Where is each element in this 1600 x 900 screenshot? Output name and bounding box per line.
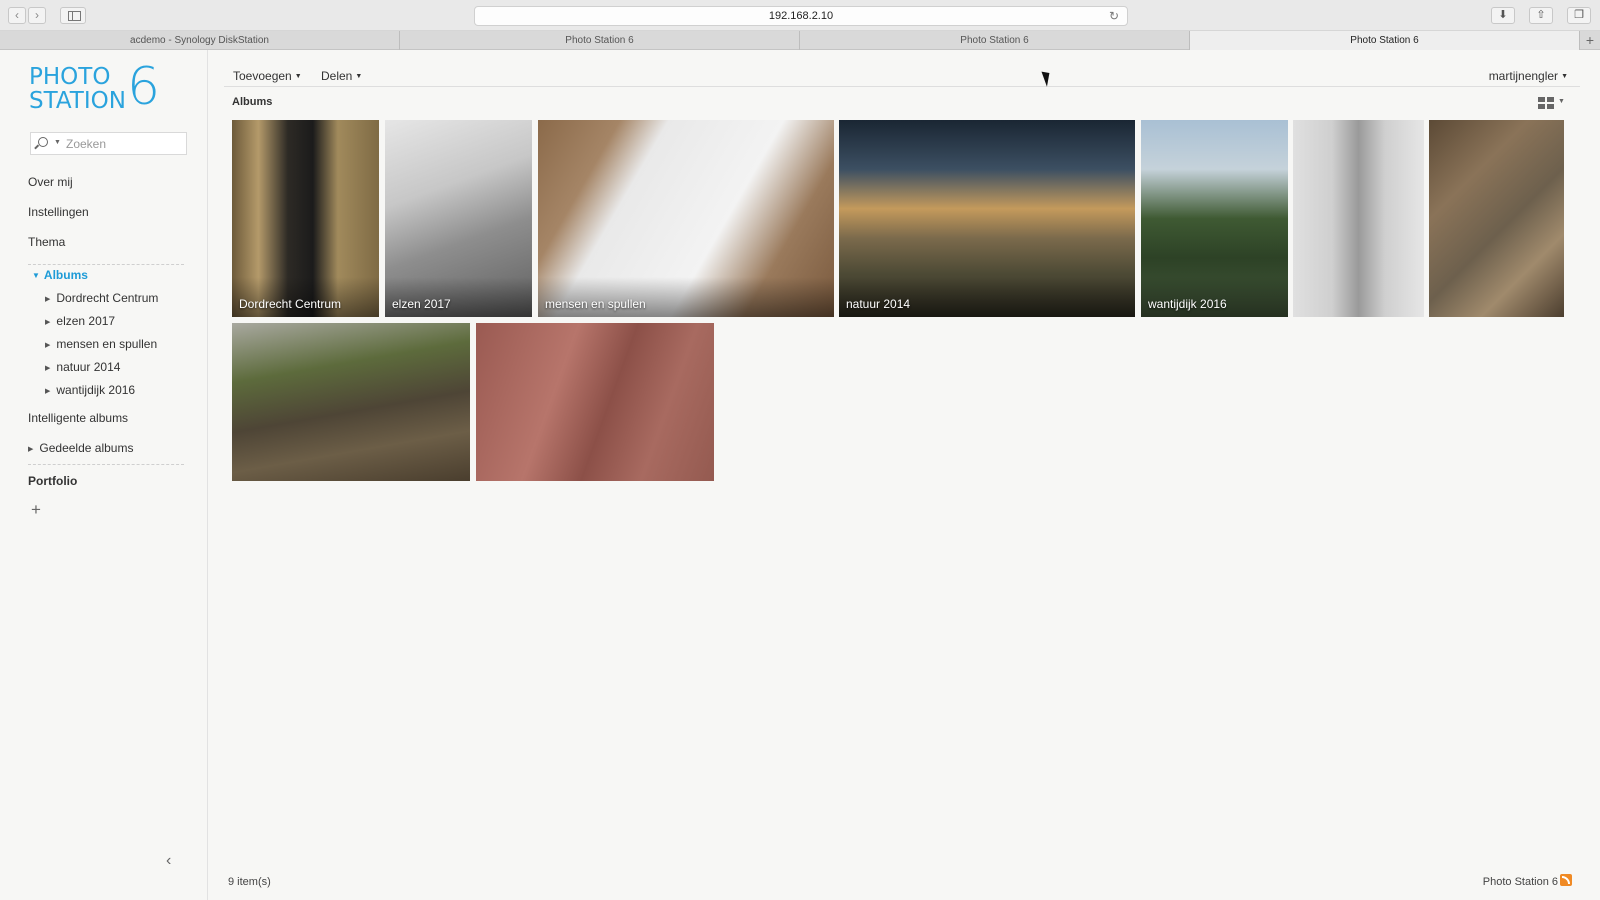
- address-text: 192.168.2.10: [768, 10, 834, 22]
- sidebar-item-smart-albums[interactable]: Intelligente albums: [28, 411, 128, 425]
- album-caption: natuur 2014: [846, 297, 911, 311]
- add-icon[interactable]: +: [31, 500, 41, 520]
- caret-right-icon: ▶: [45, 365, 51, 372]
- album-tile[interactable]: elzen 2017: [385, 120, 532, 317]
- caret-down-icon: ▼: [32, 271, 40, 280]
- album-caption: Dordrecht Centrum: [239, 297, 342, 311]
- photo-station-logo[interactable]: PHOTO STATION 6: [29, 57, 169, 117]
- back-icon[interactable]: ‹: [8, 7, 26, 24]
- album-tree-item[interactable]: ▶ wantijdijk 2016: [45, 383, 135, 397]
- album-tree-item[interactable]: ▶ mensen en spullen: [45, 337, 157, 351]
- grid-view-icon[interactable]: ▼: [1538, 97, 1565, 109]
- caret-right-icon: ▶: [45, 319, 51, 326]
- browser-tab[interactable]: acdemo - Synology DiskStation: [0, 31, 400, 50]
- caret-right-icon: ▶: [45, 342, 51, 349]
- album-caption: mensen en spullen: [545, 297, 646, 311]
- new-tab-icon[interactable]: +: [1580, 31, 1600, 50]
- album-tile[interactable]: natuur 2014: [839, 120, 1135, 317]
- album-caption: elzen 2017: [392, 297, 451, 311]
- collapse-sidebar-icon[interactable]: ‹: [166, 852, 171, 870]
- share-icon[interactable]: ⇧: [1529, 7, 1553, 24]
- album-tree-item[interactable]: ▶ Dordrecht Centrum: [45, 291, 158, 305]
- sidebar-item-portfolio[interactable]: Portfolio: [28, 474, 77, 488]
- browser-tab-active[interactable]: Photo Station 6: [1190, 31, 1580, 50]
- reload-icon[interactable]: ↻: [1109, 7, 1119, 25]
- tab-bar: acdemo - Synology DiskStation Photo Stat…: [0, 31, 1600, 50]
- forward-icon[interactable]: ›: [28, 7, 46, 24]
- caret-right-icon: ▶: [45, 296, 51, 303]
- sidebar-item-over-mij[interactable]: Over mij: [28, 175, 73, 189]
- chevron-down-icon[interactable]: ▼: [54, 139, 61, 146]
- sidebar-item-instellingen[interactable]: Instellingen: [28, 205, 89, 219]
- rss-icon[interactable]: [1560, 874, 1572, 886]
- album-tile[interactable]: [1293, 120, 1424, 317]
- toolbar-divider: [224, 86, 1580, 87]
- album-tile[interactable]: [232, 323, 470, 481]
- tabs-overview-icon[interactable]: ❐: [1567, 7, 1591, 24]
- browser-tab[interactable]: Photo Station 6: [400, 31, 800, 50]
- browser-toolbar: ‹ › 192.168.2.10 ↻ ⬇ ⇧ ❐: [0, 0, 1600, 31]
- caret-right-icon: ▶: [28, 446, 34, 453]
- album-tile[interactable]: [1429, 120, 1564, 317]
- album-tree-item[interactable]: ▶ natuur 2014: [45, 360, 120, 374]
- item-count: 9 item(s): [228, 876, 271, 888]
- album-tile[interactable]: wantijdijk 2016: [1141, 120, 1288, 317]
- caret-down-icon: ▼: [355, 73, 363, 80]
- mouse-cursor-icon: [1041, 69, 1054, 87]
- album-tile[interactable]: Dordrecht Centrum: [232, 120, 379, 317]
- downloads-icon[interactable]: ⬇: [1491, 7, 1515, 24]
- sidebar-item-shared-albums[interactable]: ▶ Gedeelde albums: [28, 441, 133, 455]
- footer-brand: Photo Station 6: [1482, 876, 1558, 888]
- caret-right-icon: ▶: [45, 388, 51, 395]
- search-input[interactable]: ▼ Zoeken: [30, 132, 187, 155]
- divider: [28, 264, 184, 265]
- page-title: Albums: [232, 96, 273, 108]
- album-tile[interactable]: [476, 323, 714, 481]
- user-menu-button[interactable]: martijnengler ▼: [1489, 69, 1568, 83]
- sidebar-toggle-icon[interactable]: [60, 7, 86, 24]
- caret-down-icon: ▼: [1561, 73, 1568, 80]
- sidebar: PHOTO STATION 6 ▼ Zoeken Over mij Instel…: [0, 50, 208, 900]
- sidebar-item-albums[interactable]: ▼ Albums: [32, 268, 88, 282]
- search-placeholder: Zoeken: [66, 137, 107, 151]
- album-caption: wantijdijk 2016: [1148, 297, 1227, 311]
- browser-tab[interactable]: Photo Station 6: [800, 31, 1190, 50]
- search-icon[interactable]: [38, 137, 48, 147]
- album-tree-item[interactable]: ▶ elzen 2017: [45, 314, 115, 328]
- caret-down-icon: ▼: [294, 73, 302, 80]
- album-tile[interactable]: mensen en spullen: [538, 120, 834, 317]
- divider: [28, 464, 184, 465]
- share-menu-button[interactable]: Delen ▼: [321, 69, 362, 83]
- add-menu-button[interactable]: Toevoegen ▼: [233, 69, 302, 83]
- address-bar[interactable]: 192.168.2.10 ↻: [474, 6, 1128, 26]
- sidebar-item-thema[interactable]: Thema: [28, 235, 65, 249]
